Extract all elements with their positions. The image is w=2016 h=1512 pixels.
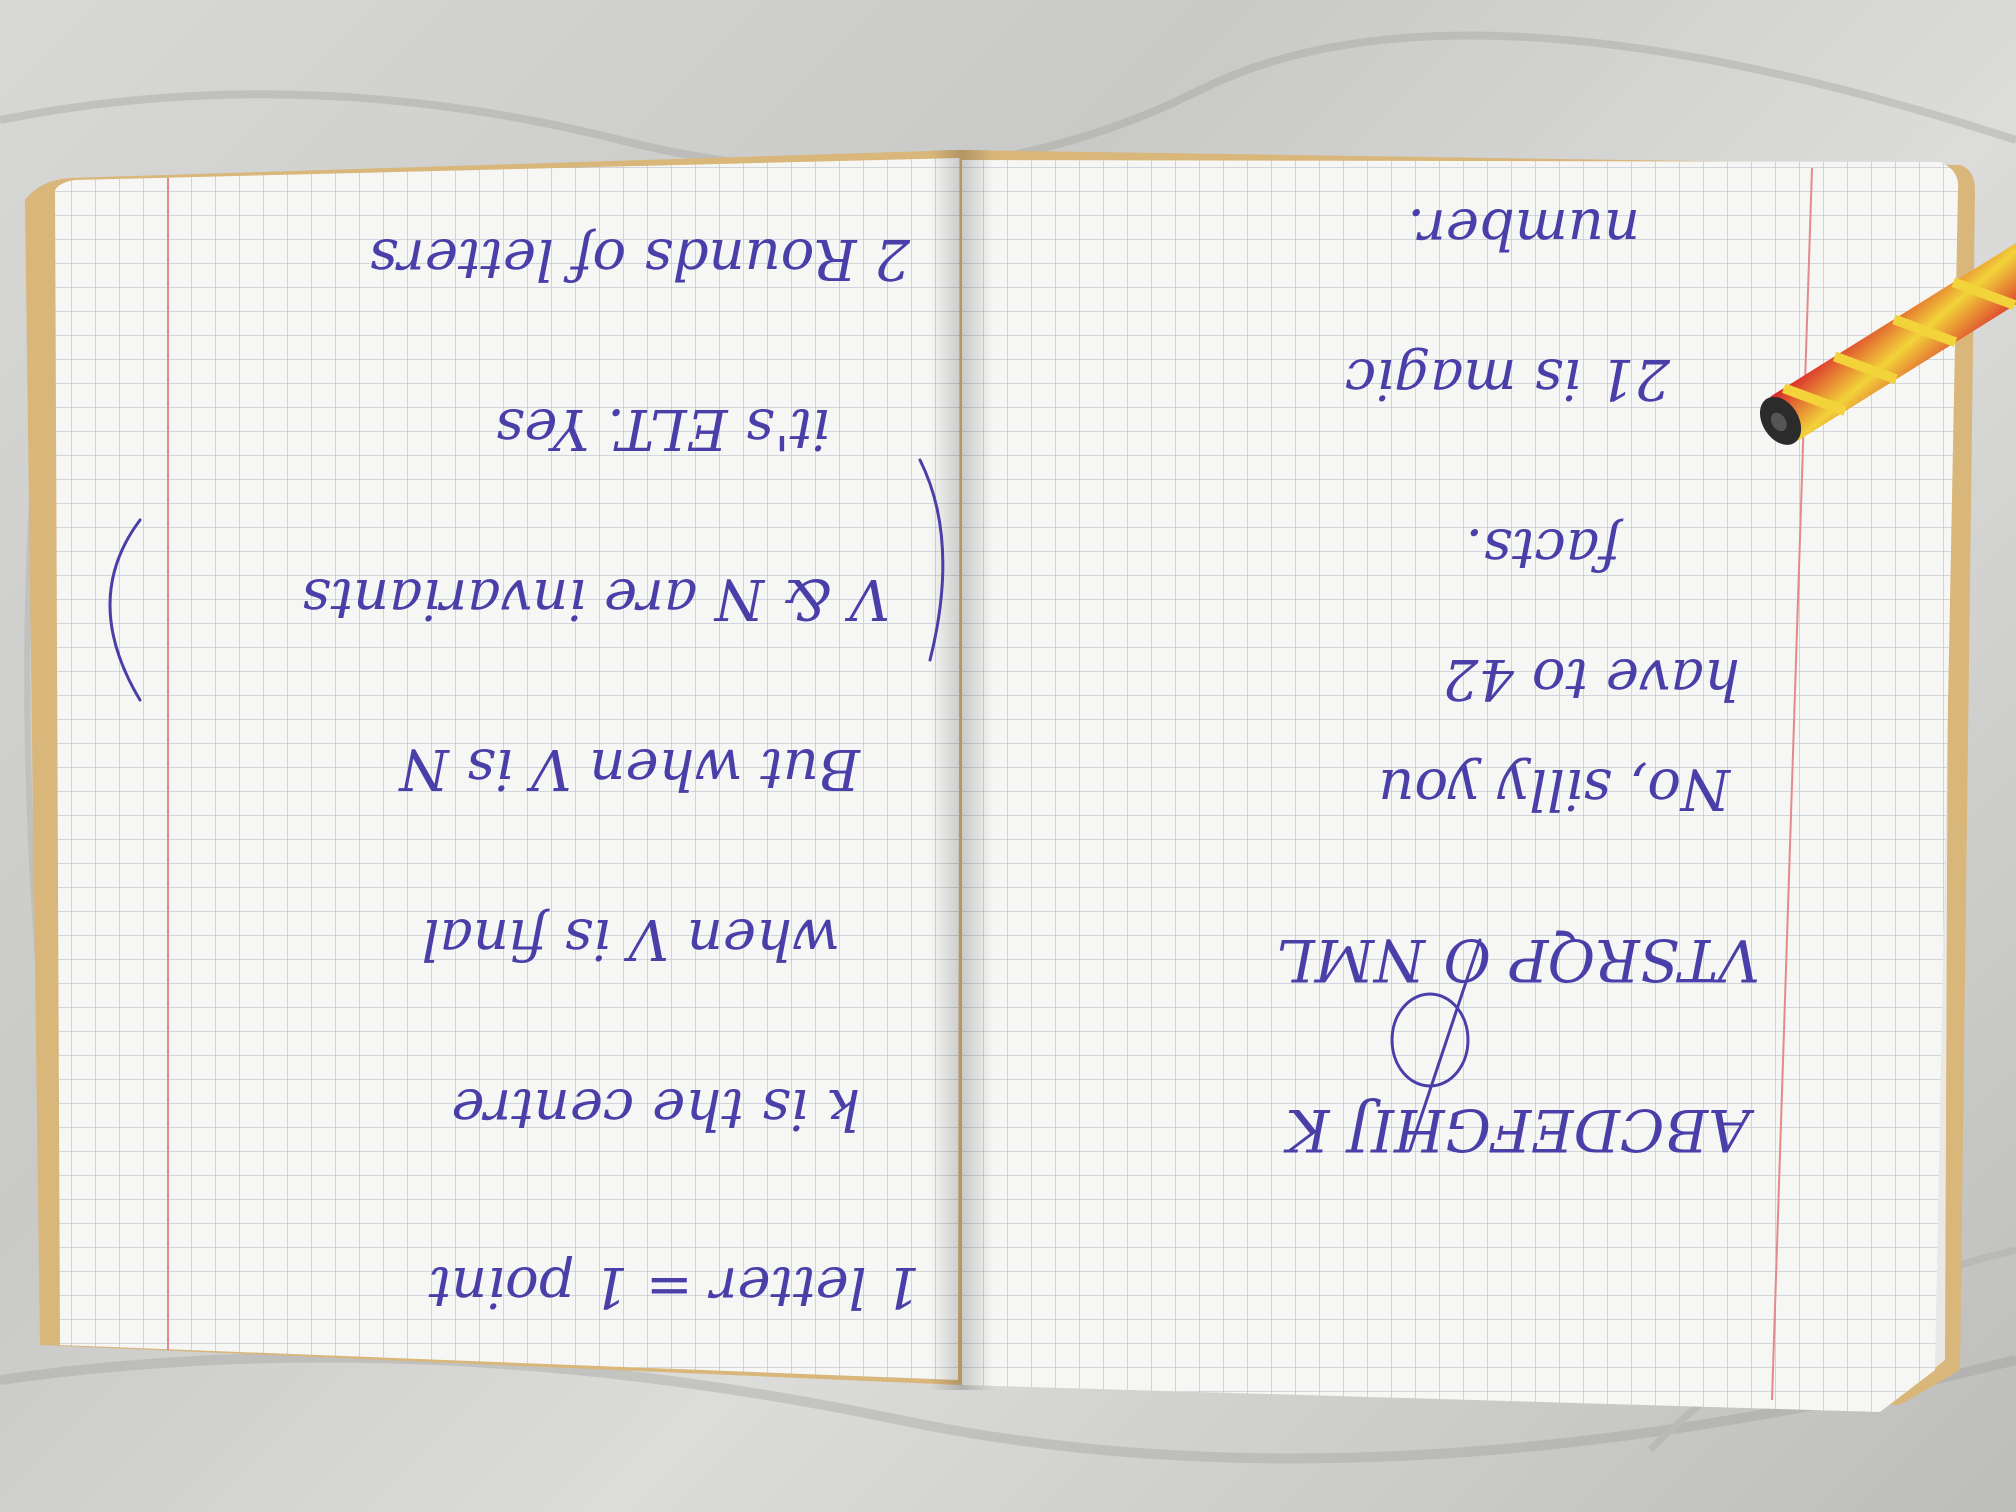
- left-line-6: it's ELT. Yes: [495, 396, 830, 461]
- binding-fold: [930, 150, 994, 1390]
- right-line-7: number.: [1407, 196, 1640, 261]
- photo-scene: 1 letter = 1 point k is the centre when …: [0, 31, 2016, 1464]
- right-line-5: facts.: [1465, 516, 1624, 581]
- right-line-2: VTSRQP O NML: [1276, 926, 1760, 994]
- left-line-2: k is the centre: [451, 1076, 860, 1141]
- right-line-3: No, silly you: [1378, 756, 1732, 821]
- right-line-1: ABCDEFGHIJ K: [1282, 1096, 1755, 1164]
- right-line-6: 21 is magic: [1345, 346, 1671, 411]
- left-line-7: 2 Rounds of letters: [369, 226, 911, 291]
- left-line-5: V & N are invariants: [302, 566, 890, 631]
- left-line-1: 1 letter = 1 point: [428, 1254, 920, 1319]
- right-line-4: have to 42: [1443, 646, 1740, 711]
- left-line-3: when V is final: [422, 906, 840, 971]
- left-line-4: But when V is N: [398, 736, 861, 801]
